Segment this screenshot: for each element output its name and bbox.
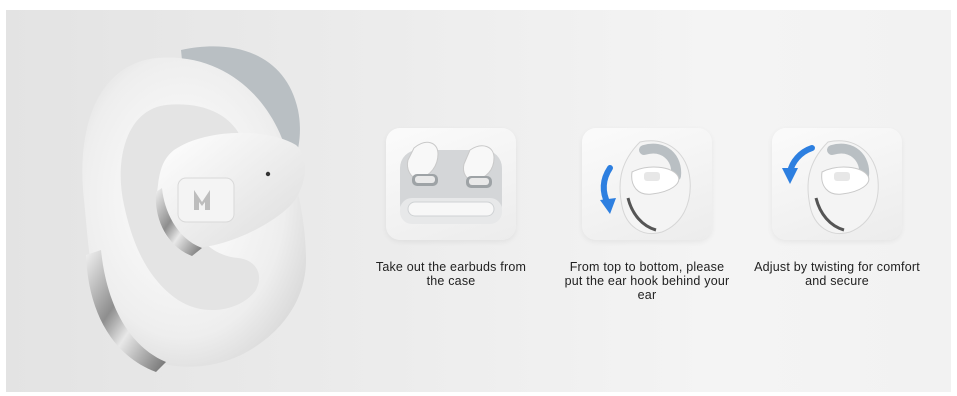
step-1-caption: Take out the earbuds from the case xyxy=(375,260,527,288)
wearing-steps: Take out the earbuds from the case From … xyxy=(371,10,951,392)
step-1: Take out the earbuds from the case xyxy=(366,128,536,288)
twist-adjust-arrow-image xyxy=(772,128,902,240)
ear-with-earbud-image xyxy=(6,10,366,392)
step-3-caption: Adjust by twisting for comfort and secur… xyxy=(754,260,920,288)
ear-hook-down-arrow-image xyxy=(582,128,712,240)
step-2: From top to bottom, please put the ear h… xyxy=(562,128,732,302)
step-2-caption: From top to bottom, please put the ear h… xyxy=(564,260,730,302)
earbuds-in-case-image xyxy=(386,128,516,240)
product-banner: Take out the earbuds from the case From … xyxy=(6,10,951,392)
step-3: Adjust by twisting for comfort and secur… xyxy=(752,128,922,288)
